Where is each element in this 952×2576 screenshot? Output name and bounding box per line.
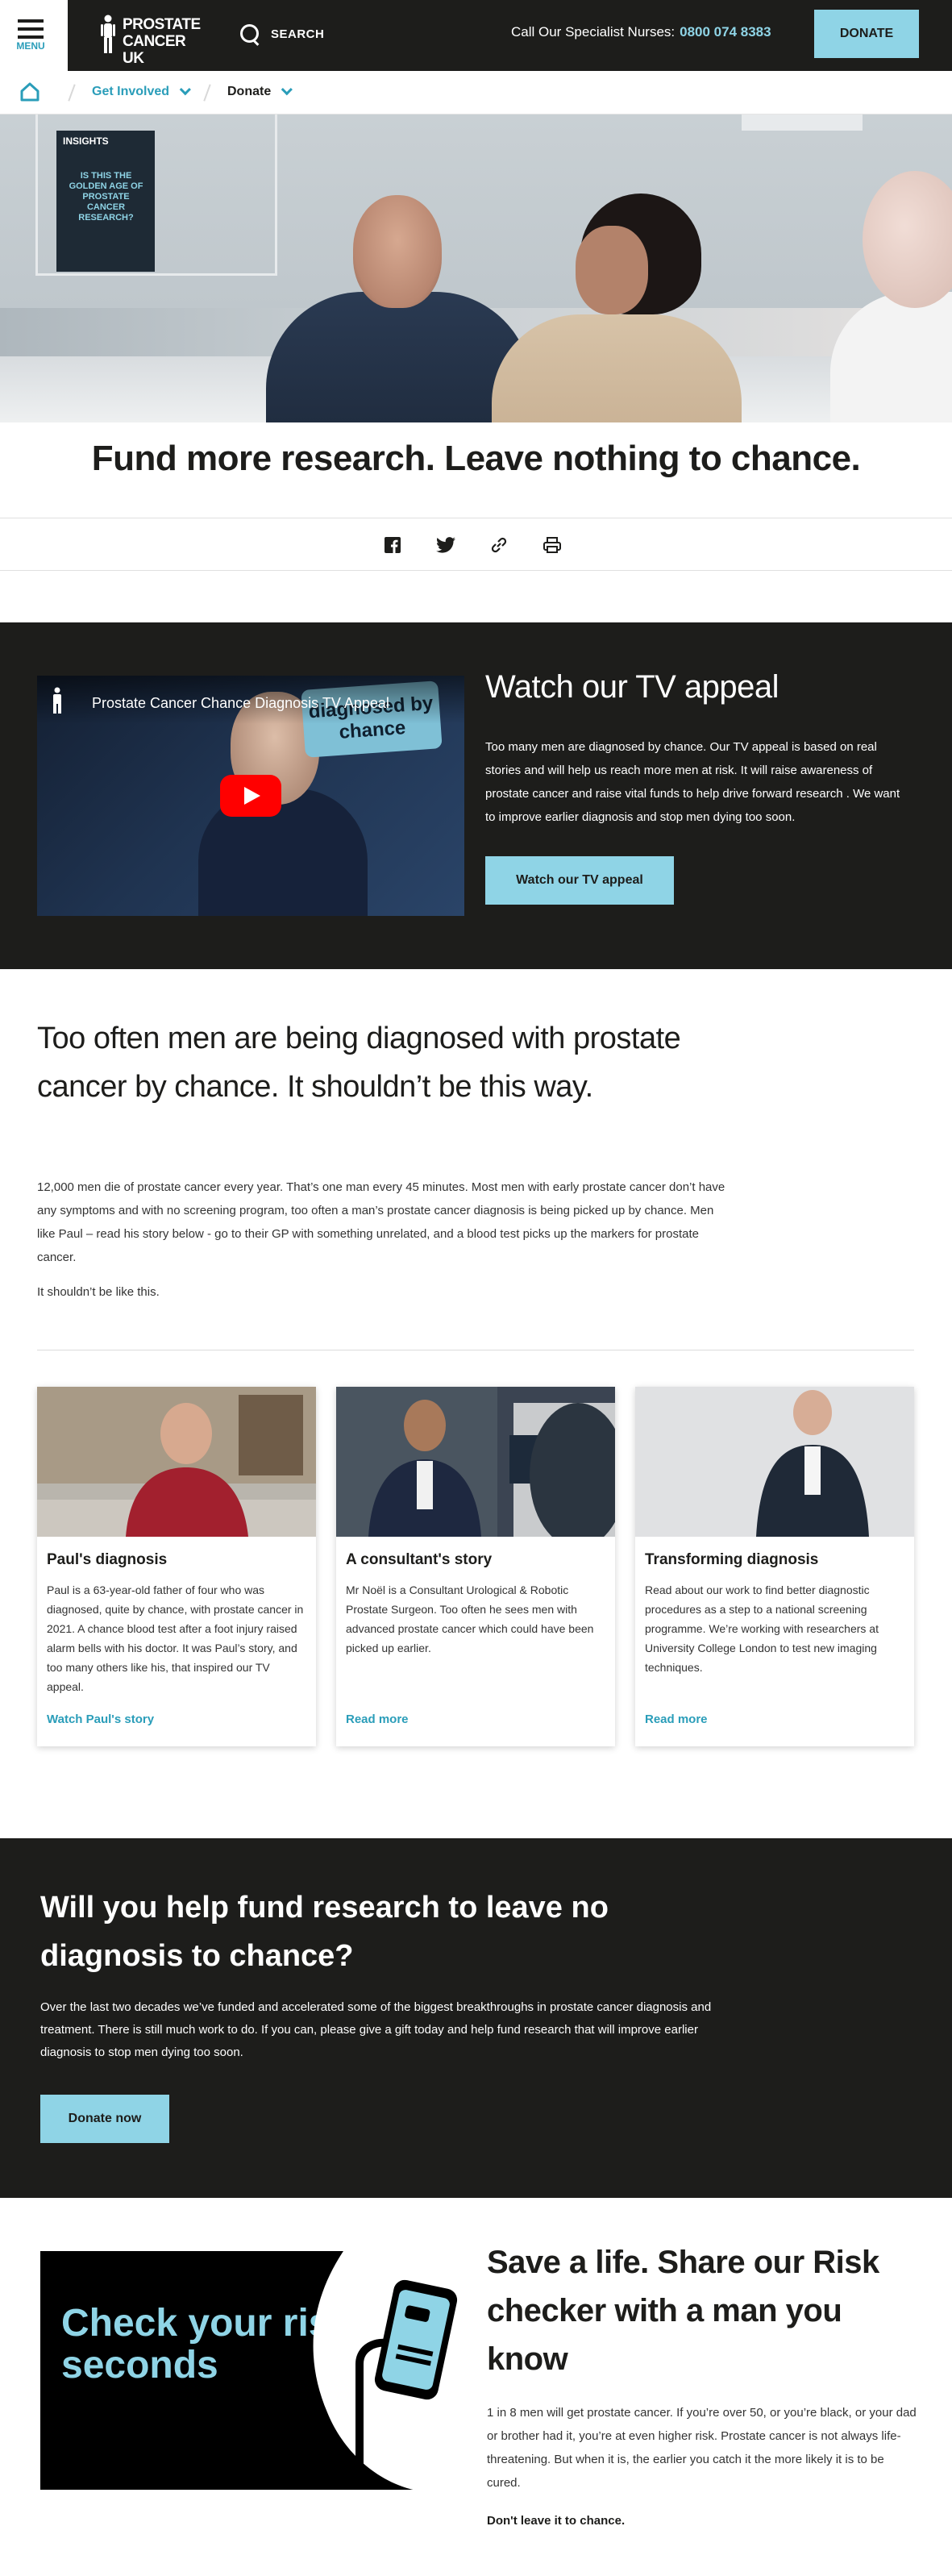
card-image [37, 1387, 316, 1537]
card-text: Mr Noël is a Consultant Urological & Rob… [346, 1583, 594, 1654]
tv-appeal-text: Too many men are diagnosed by chance. Ou… [485, 740, 900, 824]
breadcrumb-separator [68, 84, 76, 102]
card-image [635, 1387, 914, 1537]
donate-button[interactable]: DONATE [814, 10, 919, 58]
poster-label: INSIGHTS [63, 135, 109, 147]
menu-button[interactable]: MENU [0, 0, 68, 71]
page-title: Fund more research. Leave nothing to cha… [91, 439, 861, 478]
risk-checker-image[interactable]: Check your risk in 30 seconds [40, 2251, 468, 2490]
risk-strong-text: Don't leave it to chance. [487, 2514, 626, 2528]
fund-research-section: Will you help fund research to leave no … [0, 1838, 952, 2198]
chevron-down-icon [281, 84, 293, 96]
intro-text-2: It shouldn’t be like this. [37, 1285, 160, 1299]
search-button[interactable]: SEARCH [239, 19, 324, 48]
tv-appeal-section: diagnosed by chance Prostate Cancer Chan… [0, 622, 952, 969]
fund-text: Over the last two decades we’ve funded a… [40, 2000, 712, 2059]
link-icon[interactable] [488, 535, 509, 556]
breadcrumb-separator [203, 84, 211, 102]
menu-label: MENU [16, 40, 45, 52]
video-title[interactable]: Prostate Cancer Chance Diagnosis TV Appe… [92, 695, 389, 712]
logo-text: PROSTATE CANCER UK [123, 16, 205, 67]
share-bar [0, 518, 952, 571]
logo-line-1: PROSTATE [123, 16, 201, 33]
site-header: MENU PROSTATE CANCER UK SEARCH Call Our … [0, 0, 952, 71]
intro-text: 12,000 men die of prostate cancer every … [37, 1180, 725, 1264]
breadcrumb-label: Donate [227, 85, 272, 98]
too-often-heading: Too often men are being diagnosed with p… [37, 1022, 681, 1104]
card-link[interactable]: Watch Paul's story [47, 1712, 154, 1726]
hamburger-icon [18, 19, 44, 39]
specialist-nurses: Call Our Specialist Nurses: 0800 074 8383 [511, 24, 771, 40]
hero-image: INSIGHTS IS THIS THE GOLDEN AGE OF PROST… [0, 114, 952, 422]
search-label: SEARCH [271, 27, 325, 41]
search-icon [239, 23, 261, 45]
insights-poster: INSIGHTS IS THIS THE GOLDEN AGE OF PROST… [56, 131, 155, 272]
risk-text: 1 in 8 men will get prostate cancer. If … [487, 2406, 917, 2490]
nurses-label: Call Our Specialist Nurses: [511, 24, 676, 40]
partner-figure [492, 194, 750, 422]
site-logo[interactable]: PROSTATE CANCER UK [100, 13, 205, 67]
home-icon[interactable] [19, 81, 40, 102]
breadcrumb: Get Involved Donate [0, 71, 952, 114]
phone-hand-icon [313, 2251, 468, 2490]
channel-icon [53, 687, 61, 714]
poster-text: IS THIS THE GOLDEN AGE OF PROSTATE CANCE… [69, 171, 143, 223]
card-transforming-diagnosis[interactable]: Transforming diagnosis Read about our wo… [635, 1387, 914, 1746]
wall-sign [742, 114, 863, 131]
fund-heading: Will you help fund research to leave no … [40, 1891, 609, 1973]
card-pauls-diagnosis[interactable]: Paul's diagnosis Paul is a 63-year-old f… [37, 1387, 316, 1746]
video-player[interactable]: diagnosed by chance Prostate Cancer Chan… [37, 676, 464, 916]
card-text: Read about our work to find better diagn… [645, 1583, 879, 1674]
card-title: Paul's diagnosis [47, 1551, 168, 1568]
card-title: A consultant's story [346, 1551, 493, 1568]
donate-now-button[interactable]: Donate now [40, 2095, 169, 2143]
breadcrumb-donate[interactable]: Donate [227, 84, 293, 99]
card-link[interactable]: Read more [645, 1712, 708, 1726]
card-link[interactable]: Read more [346, 1712, 409, 1726]
breadcrumb-get-involved[interactable]: Get Involved [92, 84, 191, 99]
play-icon[interactable] [220, 775, 281, 817]
logo-line-2: CANCER UK [123, 33, 186, 67]
watch-tv-appeal-button[interactable]: Watch our TV appeal [485, 856, 674, 905]
print-icon[interactable] [542, 535, 563, 556]
nurses-phone-link[interactable]: 0800 074 8383 [680, 24, 771, 40]
risk-heading: Save a life. Share our Risk checker with… [487, 2245, 879, 2377]
breadcrumb-label: Get Involved [92, 85, 170, 98]
man-figure-icon [101, 15, 115, 53]
tv-appeal-heading: Watch our TV appeal [485, 669, 779, 705]
card-consultants-story[interactable]: A consultant's story Mr Noël is a Consul… [336, 1387, 615, 1746]
chevron-down-icon [179, 84, 191, 96]
facebook-icon[interactable] [382, 535, 403, 556]
card-image [336, 1387, 615, 1537]
twitter-icon[interactable] [435, 535, 456, 556]
doctor-figure [830, 171, 952, 422]
card-text: Paul is a 63-year-old father of four who… [47, 1583, 304, 1693]
card-title: Transforming diagnosis [645, 1551, 819, 1568]
